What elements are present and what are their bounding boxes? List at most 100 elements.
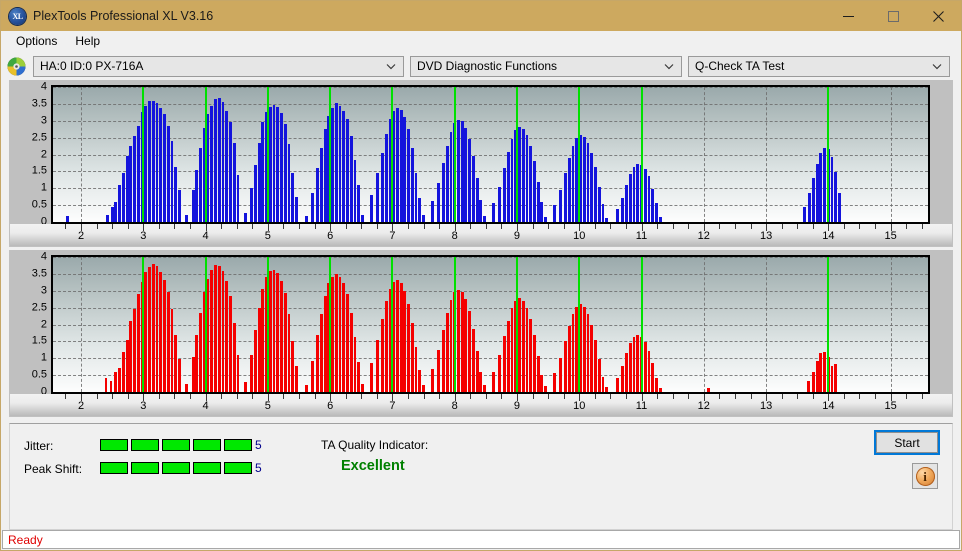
chart-bar (144, 105, 148, 222)
x-axis-tick (298, 394, 300, 399)
optical-disc-icon (7, 57, 26, 76)
gridline (53, 375, 928, 377)
chart-bar (361, 214, 364, 222)
x-axis-tick-label: 14 (822, 230, 835, 242)
chart-bar (460, 121, 464, 222)
chart-bar (483, 385, 486, 392)
x-axis-tick (657, 394, 659, 399)
gridline (81, 87, 83, 222)
ta-quality-value: Excellent (341, 458, 405, 474)
chart-bar (217, 266, 221, 392)
maximize-button[interactable] (871, 1, 916, 31)
chevron-down-icon (386, 63, 396, 70)
info-button[interactable]: i (912, 463, 938, 489)
chart-bar (214, 265, 217, 392)
x-axis-tick (859, 394, 861, 399)
x-axis-tick (174, 224, 176, 229)
y-axis-tick-label: 1.5 (31, 164, 47, 177)
chart-bar (342, 283, 346, 392)
gridline (53, 171, 928, 173)
peak-shift-value: 5 (255, 461, 262, 475)
x-axis-tick (921, 394, 923, 399)
test-select[interactable]: Q-Check TA Test (688, 55, 950, 77)
chart-bar (136, 294, 140, 392)
chart-bar (491, 371, 495, 392)
menu-item-help[interactable]: Help (66, 32, 109, 50)
gridline (53, 120, 928, 122)
y-axis-tick-label: 0.5 (31, 368, 47, 381)
chart-bar (475, 350, 479, 392)
marker-line (578, 87, 581, 222)
chart-bar (621, 365, 625, 392)
marker-line (142, 257, 145, 392)
minimize-button[interactable] (826, 1, 871, 31)
chart-bar (483, 215, 486, 222)
x-axis-tick (688, 394, 690, 399)
x-axis: 2 3 4 5 6 7 8 9 10 11 12 13 14 15 (10, 394, 952, 416)
chart-bar (407, 303, 410, 392)
chart-bar (533, 161, 536, 222)
x-axis-tick (252, 394, 254, 399)
chart-bar (658, 387, 662, 392)
x-axis-tick (812, 394, 814, 399)
chart-bar (803, 206, 807, 222)
chart-bar (305, 215, 308, 222)
drive-select[interactable]: HA:0 ID:0 PX-716A (33, 55, 404, 77)
gridline (53, 154, 928, 156)
chart-bar (125, 339, 129, 392)
test-select-value: Q-Check TA Test (695, 59, 785, 73)
x-axis-tick (859, 224, 861, 229)
x-axis-tick (781, 224, 783, 229)
chart-bar (206, 114, 210, 222)
chart-bar (625, 353, 628, 392)
chart-bar (834, 172, 838, 222)
x-axis-tick (236, 394, 238, 399)
chart-bar (437, 349, 440, 392)
chart-bar (430, 369, 434, 392)
jitter-value: 5 (255, 438, 262, 452)
chart-bar (334, 103, 338, 222)
chart-bar (808, 193, 812, 222)
chart-bar (250, 354, 254, 392)
function-select[interactable]: DVD Diagnostic Functions (410, 55, 682, 77)
chart-bar (830, 365, 834, 392)
chart-bar (567, 157, 571, 222)
x-axis-tick-label: 3 (140, 230, 147, 242)
chart-bar (229, 122, 232, 222)
x-axis-tick (501, 224, 503, 229)
x-axis-tick (625, 394, 627, 399)
x-axis-tick (283, 224, 285, 229)
x-axis-tick (843, 224, 845, 229)
menu-item-options[interactable]: Options (7, 32, 66, 50)
x-axis-tick (563, 224, 565, 229)
y-axis-tick-label: 3.5 (31, 267, 47, 280)
x-axis-tick (439, 394, 441, 399)
chart-bar (819, 353, 823, 392)
meter-segment (193, 462, 221, 474)
chart-bar (498, 354, 501, 392)
close-button[interactable] (916, 1, 961, 31)
x-axis: 2 3 4 5 6 7 8 9 10 11 12 13 14 15 (10, 224, 952, 246)
gridline (53, 188, 928, 190)
chart-bar (559, 189, 562, 222)
chart-bar (564, 173, 567, 222)
chart-bar (254, 164, 257, 222)
meter-segment (131, 439, 159, 451)
chart-bar (295, 196, 298, 222)
chart-bar (582, 306, 586, 392)
results-panel: Jitter: 5 Peak Shift: 5 TA Quality Indic… (9, 423, 953, 530)
marker-line (266, 257, 269, 392)
chart-bar (316, 168, 320, 222)
start-button[interactable]: Start (874, 430, 940, 455)
chart-bar (529, 146, 533, 222)
x-axis-tick (127, 394, 129, 399)
chart-bar (628, 174, 632, 222)
x-axis-tick (563, 394, 565, 399)
x-axis-tick (96, 394, 98, 399)
chart-bar (178, 189, 181, 222)
x-axis-tick-label: 10 (573, 230, 586, 242)
chart-bar (376, 339, 379, 392)
chart-bar (129, 321, 133, 392)
chart-bar (155, 266, 159, 392)
start-button-label: Start (894, 435, 920, 450)
